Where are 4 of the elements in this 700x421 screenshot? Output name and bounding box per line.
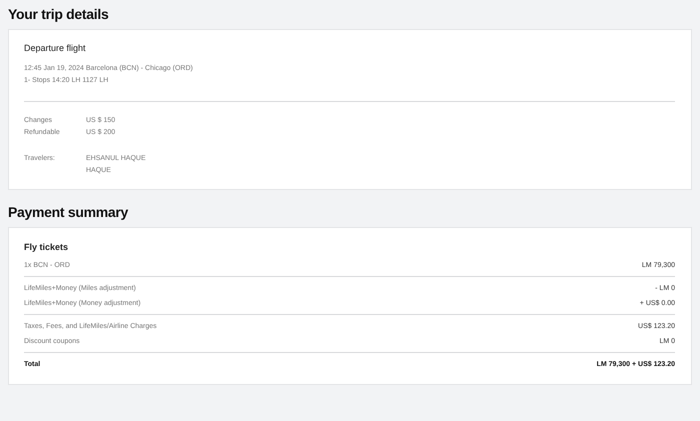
section-heading: Payment summary [8, 203, 130, 222]
tickets-title: Fly tickets [24, 241, 70, 253]
flight-title: Departure flight [24, 42, 87, 54]
section-heading: Your trip details [8, 5, 110, 24]
